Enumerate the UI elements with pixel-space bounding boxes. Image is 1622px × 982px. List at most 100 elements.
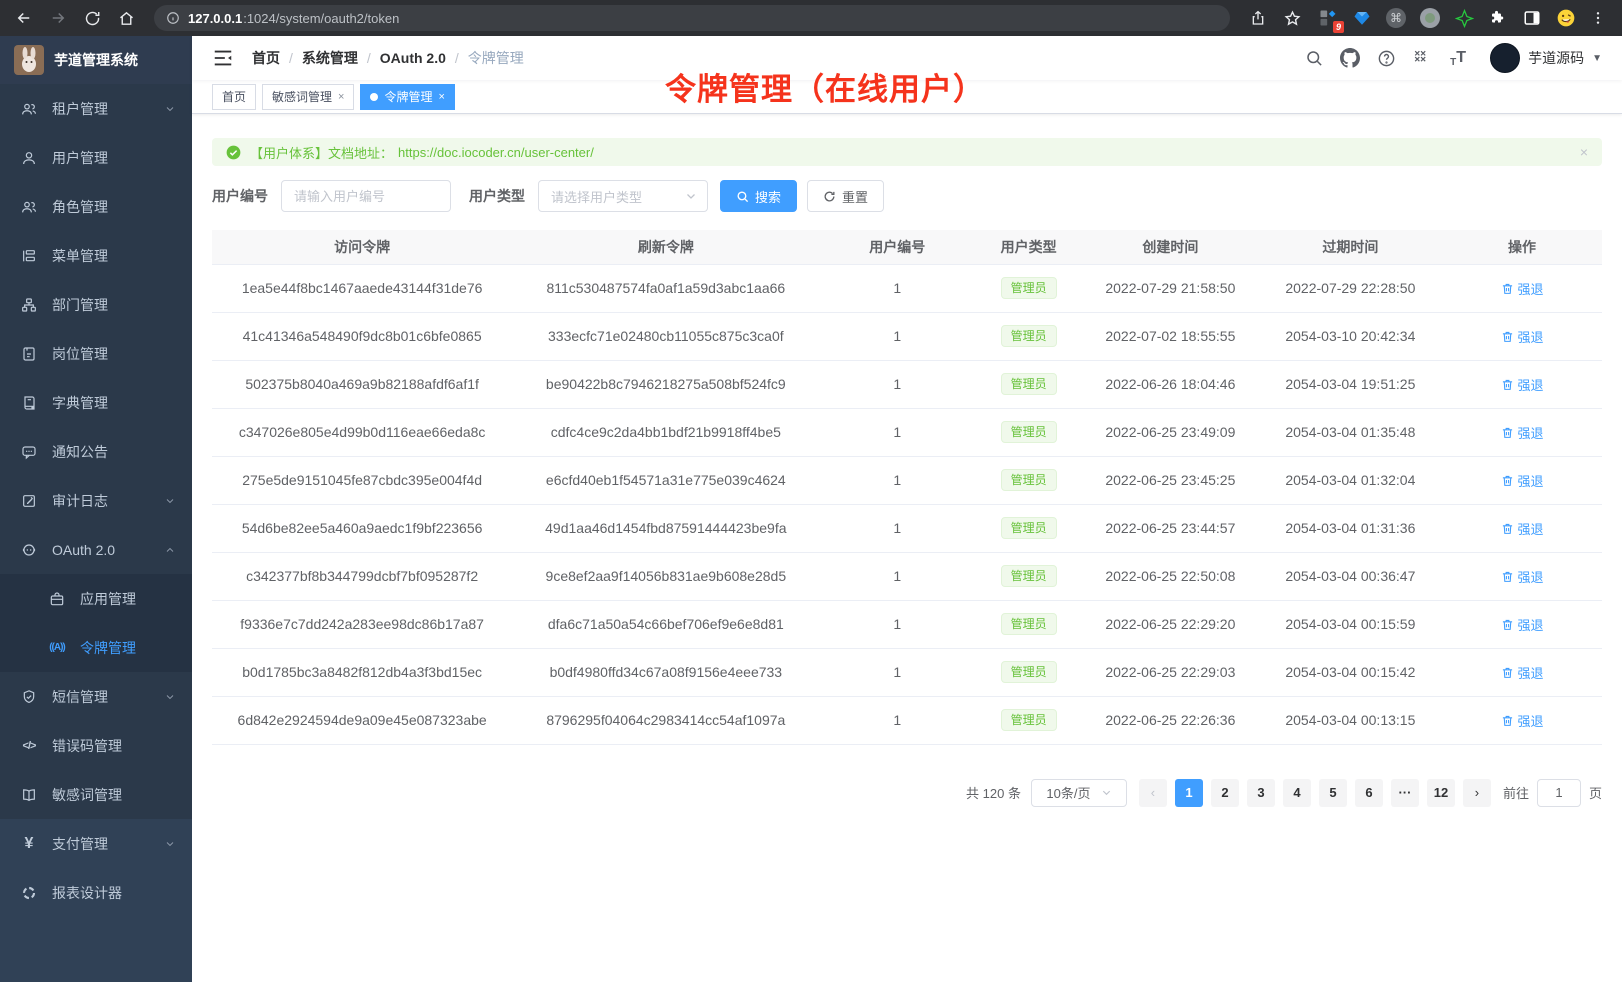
sidebar-item-10[interactable]: 应用管理 bbox=[0, 574, 192, 623]
search-icon[interactable] bbox=[1304, 48, 1324, 68]
page-button-4[interactable]: 4 bbox=[1283, 779, 1311, 807]
user-type-tag: 管理员 bbox=[1001, 517, 1057, 539]
tab-close-icon[interactable]: × bbox=[338, 91, 344, 103]
force-logout-button[interactable]: 强退 bbox=[1501, 279, 1544, 298]
breadcrumb-item-3: 令牌管理 bbox=[468, 48, 524, 68]
page-button-12[interactable]: 12 bbox=[1427, 779, 1455, 807]
page-size-select[interactable]: 10条/页 bbox=[1031, 779, 1127, 807]
user-menu[interactable]: 芋道源码 ▼ bbox=[1490, 43, 1602, 73]
forward-icon[interactable] bbox=[44, 4, 72, 32]
force-logout-button[interactable]: 强退 bbox=[1501, 327, 1544, 346]
created-time-cell: 2022-06-25 23:44:57 bbox=[1082, 504, 1259, 552]
browser-toolbar: 127.0.0.1:1024/system/oauth2/token 9 ⌘ bbox=[0, 0, 1622, 36]
force-logout-button[interactable]: 强退 bbox=[1501, 471, 1544, 490]
tab-0[interactable]: 首页 bbox=[212, 84, 256, 110]
sidebar-item-8[interactable]: 审计日志 bbox=[0, 476, 192, 525]
action-cell: 强退 bbox=[1442, 264, 1602, 312]
refresh-icon bbox=[823, 190, 836, 203]
back-icon[interactable] bbox=[10, 4, 38, 32]
user-type-tag: 管理员 bbox=[1001, 373, 1057, 395]
alert-close-icon[interactable]: × bbox=[1580, 144, 1588, 160]
sidebar-item-5[interactable]: 岗位管理 bbox=[0, 329, 192, 378]
sidebar-item-2[interactable]: 角色管理 bbox=[0, 182, 192, 231]
refresh-token-cell: dfa6c71a50a54c66bef706ef9e6e8d81 bbox=[512, 600, 819, 648]
page-button-2[interactable]: 2 bbox=[1211, 779, 1239, 807]
page-button-6[interactable]: 6 bbox=[1355, 779, 1383, 807]
tab-2[interactable]: 令牌管理× bbox=[360, 84, 454, 110]
bookmark-star-icon[interactable] bbox=[1278, 4, 1306, 32]
select-chevron-icon bbox=[1101, 787, 1112, 798]
next-page-button[interactable]: › bbox=[1463, 779, 1491, 807]
collapse-sidebar-icon[interactable] bbox=[212, 47, 234, 69]
force-logout-button[interactable]: 强退 bbox=[1501, 663, 1544, 682]
sidebar-item-7[interactable]: 通知公告 bbox=[0, 427, 192, 476]
fullscreen-icon[interactable] bbox=[1412, 48, 1432, 68]
table-row: c347026e805e4d99b0d116eae66eda8ccdfc4ce9… bbox=[212, 408, 1602, 456]
search-button[interactable]: 搜索 bbox=[720, 180, 797, 212]
record-extension-icon[interactable] bbox=[1418, 6, 1442, 30]
tab-1[interactable]: 敏感词管理× bbox=[262, 84, 354, 110]
blocks-extension-icon[interactable]: 9 bbox=[1316, 6, 1340, 30]
column-header: 操作 bbox=[1442, 230, 1602, 264]
help-icon[interactable] bbox=[1376, 48, 1396, 68]
reset-button[interactable]: 重置 bbox=[807, 180, 884, 212]
site-info-icon[interactable] bbox=[166, 11, 180, 25]
created-time-cell: 2022-06-26 18:04:46 bbox=[1082, 360, 1259, 408]
app-logo[interactable]: 芋道管理系统 bbox=[0, 36, 192, 84]
font-size-icon[interactable]: TT bbox=[1448, 48, 1468, 68]
force-logout-button[interactable]: 强退 bbox=[1501, 519, 1544, 538]
command-extension-icon[interactable]: ⌘ bbox=[1384, 6, 1408, 30]
tab-close-icon[interactable]: × bbox=[438, 91, 444, 103]
breadcrumb-item-1[interactable]: 系统管理 bbox=[302, 48, 358, 68]
force-logout-button[interactable]: 强退 bbox=[1501, 423, 1544, 442]
emoji-extension-icon[interactable] bbox=[1554, 6, 1578, 30]
force-logout-button[interactable]: 强退 bbox=[1501, 375, 1544, 394]
sidebar-item-16[interactable]: 报表设计器 bbox=[0, 868, 192, 917]
sidebar-item-15[interactable]: ¥支付管理 bbox=[0, 819, 192, 868]
goto-page-input[interactable] bbox=[1537, 779, 1581, 807]
page-button-3[interactable]: 3 bbox=[1247, 779, 1275, 807]
app-briefcase-icon bbox=[48, 590, 66, 608]
sidebar-item-0[interactable]: 租户管理 bbox=[0, 84, 192, 133]
page-button-1[interactable]: 1 bbox=[1175, 779, 1203, 807]
sidebar-item-11[interactable]: ((A))令牌管理 bbox=[0, 623, 192, 672]
more-pages-button[interactable]: ··· bbox=[1391, 779, 1419, 807]
sidebar-item-13[interactable]: </>错误码管理 bbox=[0, 721, 192, 770]
access-token-cell: 275e5de9151045fe87cbdc395e004f4d bbox=[212, 456, 512, 504]
force-logout-button[interactable]: 强退 bbox=[1501, 615, 1544, 634]
refresh-token-cell: 333ecfc71e02480cb11055c875c3ca0f bbox=[512, 312, 819, 360]
doc-link[interactable]: https://doc.iocoder.cn/user-center/ bbox=[398, 145, 594, 160]
table-row: 1ea5e44f8bc1467aaede43144f31de76811c5304… bbox=[212, 264, 1602, 312]
sidebar-item-4[interactable]: 部门管理 bbox=[0, 280, 192, 329]
breadcrumb-item-0[interactable]: 首页 bbox=[252, 48, 280, 68]
user-type-label: 用户类型 bbox=[469, 186, 525, 206]
breadcrumb-item-2[interactable]: OAuth 2.0 bbox=[380, 50, 446, 66]
puzzle-extension-icon[interactable] bbox=[1486, 6, 1510, 30]
force-logout-button[interactable]: 强退 bbox=[1501, 711, 1544, 730]
sidebar-item-6[interactable]: 字典管理 bbox=[0, 378, 192, 427]
user-id-cell: 1 bbox=[819, 552, 975, 600]
sidepanel-extension-icon[interactable] bbox=[1520, 6, 1544, 30]
reload-icon[interactable] bbox=[78, 4, 106, 32]
table-row: 41c41346a548490f9dc8b01c6bfe0865333ecfc7… bbox=[212, 312, 1602, 360]
sidebar-menu: 租户管理用户管理角色管理菜单管理部门管理岗位管理字典管理通知公告审计日志OAut… bbox=[0, 84, 192, 982]
github-icon[interactable] bbox=[1340, 48, 1360, 68]
green-star-extension-icon[interactable] bbox=[1452, 6, 1476, 30]
user-type-select[interactable]: 请选择用户类型 bbox=[538, 180, 708, 212]
force-logout-button[interactable]: 强退 bbox=[1501, 567, 1544, 586]
expire-time-cell: 2054-03-04 00:36:47 bbox=[1259, 552, 1442, 600]
user-id-cell: 1 bbox=[819, 600, 975, 648]
sidebar-item-12[interactable]: 短信管理 bbox=[0, 672, 192, 721]
share-icon[interactable] bbox=[1244, 4, 1272, 32]
address-bar[interactable]: 127.0.0.1:1024/system/oauth2/token bbox=[154, 5, 1230, 31]
sidebar-item-1[interactable]: 用户管理 bbox=[0, 133, 192, 182]
sidebar-item-3[interactable]: 菜单管理 bbox=[0, 231, 192, 280]
gem-extension-icon[interactable] bbox=[1350, 6, 1374, 30]
sidebar-item-14[interactable]: 敏感词管理 bbox=[0, 770, 192, 819]
refresh-token-cell: e6cfd40eb1f54571a31e775e039c4624 bbox=[512, 456, 819, 504]
home-icon[interactable] bbox=[112, 4, 140, 32]
browser-menu-icon[interactable] bbox=[1584, 4, 1612, 32]
page-button-5[interactable]: 5 bbox=[1319, 779, 1347, 807]
user-id-input[interactable] bbox=[281, 180, 451, 212]
sidebar-item-9[interactable]: OAuth 2.0 bbox=[0, 525, 192, 574]
